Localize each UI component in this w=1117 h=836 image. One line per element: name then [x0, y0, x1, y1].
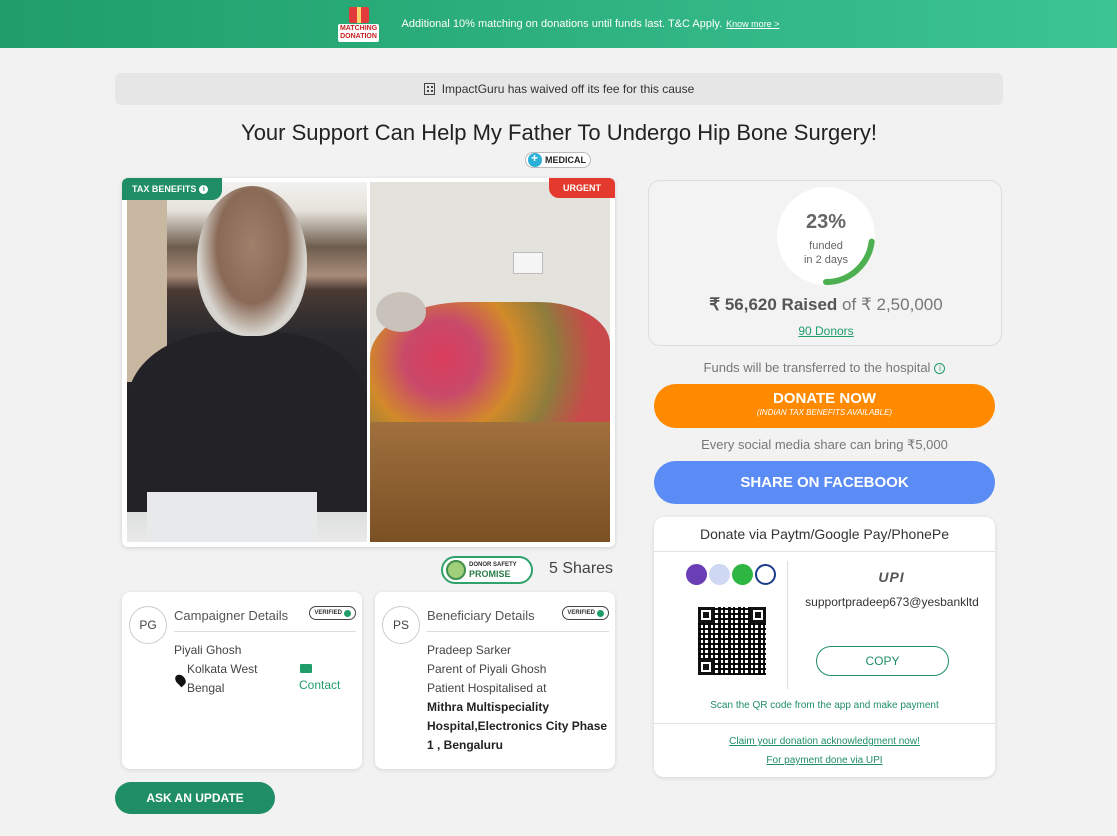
- upi-payment-card: Donate via Paytm/Google Pay/PhonePe UPI …: [654, 517, 995, 777]
- safety-badge-main: PROMISE: [469, 568, 511, 579]
- page-title: Your Support Can Help My Father To Under…: [241, 120, 877, 145]
- scan-qr-note: Scan the QR code from the app and make p…: [710, 700, 939, 711]
- funded-duration: funded in 2 days: [803, 240, 849, 266]
- hospital-name: Mithra Multispeciality: [427, 700, 550, 714]
- banner-text: Additional 10% matching on donations unt…: [401, 18, 723, 30]
- funds-transfer-note: Funds will be transferred to the hospita…: [654, 360, 995, 375]
- fee-waived-text: ImpactGuru has waived off its fee for th…: [441, 82, 695, 96]
- campaigner-card: PG Campaigner Details VERIFIED Piyali Gh…: [122, 592, 362, 769]
- campaign-photo-bedridden: [370, 182, 610, 542]
- safety-badge-top: DONOR SAFETY: [469, 561, 517, 568]
- google-pay-icon: [709, 564, 730, 585]
- tax-benefits-label: TAX BENEFITS: [132, 184, 197, 194]
- phonepe-icon: [686, 564, 707, 585]
- copy-upi-button[interactable]: COPY: [816, 646, 949, 676]
- beneficiary-avatar: PS: [382, 606, 420, 644]
- fee-waived-notice: ImpactGuru has waived off its fee for th…: [115, 73, 1003, 105]
- shares-count: 5 Shares: [549, 560, 614, 577]
- campaigner-location: Kolkata West Bengal: [187, 662, 258, 695]
- goal-amount: ₹ 2,50,000: [860, 295, 943, 314]
- progress-ring: [777, 187, 875, 285]
- beneficiary-card: PS Beneficiary Details VERIFIED Pradeep …: [375, 592, 615, 769]
- donate-now-button[interactable]: DONATE NOW (INDIAN TAX BENEFITS AVAILABL…: [654, 384, 995, 428]
- location-pin-icon: [173, 672, 188, 688]
- campaigner-avatar: PG: [129, 606, 167, 644]
- upi-payment-link[interactable]: For payment done via UPI: [654, 755, 995, 766]
- matching-donation-banner: MATCHING DONATION Additional 10% matching…: [0, 0, 1117, 48]
- upi-id: supportpradeep673@yesbankltd: [805, 595, 979, 609]
- ask-update-button[interactable]: ASK AN UPDATE: [115, 782, 275, 814]
- campaign-photo-card[interactable]: TAX BENEFITS i URGENT: [122, 178, 615, 547]
- beneficiary-details: Pradeep Sarker Parent of Piyali Ghosh Pa…: [427, 643, 608, 752]
- funding-progress-card: 23% funded in 2 days ₹ 56,620 Raised of ₹…: [648, 180, 1002, 346]
- upi-qr-code: [698, 607, 766, 675]
- beneficiary-status: Patient Hospitalised at: [427, 681, 547, 695]
- divider: [654, 723, 995, 724]
- beneficiary-name: Pradeep Sarker: [427, 643, 512, 657]
- campaigner-name: Piyali Ghosh: [174, 643, 242, 657]
- donor-safety-promise-badge[interactable]: DONOR SAFETY PROMISE: [441, 556, 533, 584]
- tax-benefits-tag[interactable]: TAX BENEFITS i: [122, 178, 223, 200]
- category-label: MEDICAL: [545, 155, 586, 165]
- campaigner-heading-label: Campaigner Details: [174, 608, 289, 623]
- amount-raised: ₹ 56,620 Raised of ₹ 2,50,000: [709, 295, 943, 314]
- payment-app-icons: [686, 564, 778, 585]
- mail-icon[interactable]: [300, 664, 312, 673]
- info-icon[interactable]: i: [199, 184, 209, 194]
- know-more-link[interactable]: Know more >: [726, 19, 779, 29]
- upi-title: Donate via Paytm/Google Pay/PhonePe: [654, 517, 995, 552]
- claim-acknowledgment-link[interactable]: Claim your donation acknowledgment now!: [654, 736, 995, 747]
- verified-badge: VERIFIED: [309, 606, 356, 620]
- building-icon: [423, 83, 435, 95]
- beneficiary-heading-label: Beneficiary Details: [427, 608, 535, 623]
- donate-label: DONATE NOW: [772, 390, 877, 407]
- urgent-tag: URGENT: [549, 178, 615, 198]
- check-icon: [344, 609, 351, 617]
- contact-link[interactable]: Contact: [299, 678, 340, 692]
- beneficiary-relation: Parent of Piyali Ghosh: [427, 662, 547, 676]
- upi-logo: UPI: [878, 569, 905, 585]
- whatsapp-icon: [732, 564, 753, 585]
- campaign-photo-patient: [127, 182, 367, 542]
- info-icon[interactable]: i: [934, 363, 946, 374]
- gift-icon: MATCHING DONATION: [337, 4, 380, 44]
- check-icon: [597, 609, 604, 617]
- verified-badge: VERIFIED: [562, 606, 609, 620]
- category-badge: MEDICAL: [525, 151, 591, 168]
- campaigner-heading: Campaigner Details VERIFIED: [174, 606, 356, 632]
- donors-link[interactable]: 90 Donors: [649, 324, 1003, 338]
- social-share-note: Every social media share can bring ₹5,00…: [701, 437, 948, 452]
- shield-icon: [446, 560, 466, 580]
- funded-percent: 23%: [805, 211, 847, 233]
- share-facebook-button[interactable]: SHARE ON FACEBOOK: [654, 461, 995, 504]
- raised-amount: ₹ 56,620 Raised: [709, 295, 838, 314]
- beneficiary-heading: Beneficiary Details VERIFIED: [427, 606, 609, 632]
- paytm-icon: [755, 564, 776, 585]
- medical-icon: [528, 151, 542, 167]
- donate-sublabel: (INDIAN TAX BENEFITS AVAILABLE): [756, 408, 893, 417]
